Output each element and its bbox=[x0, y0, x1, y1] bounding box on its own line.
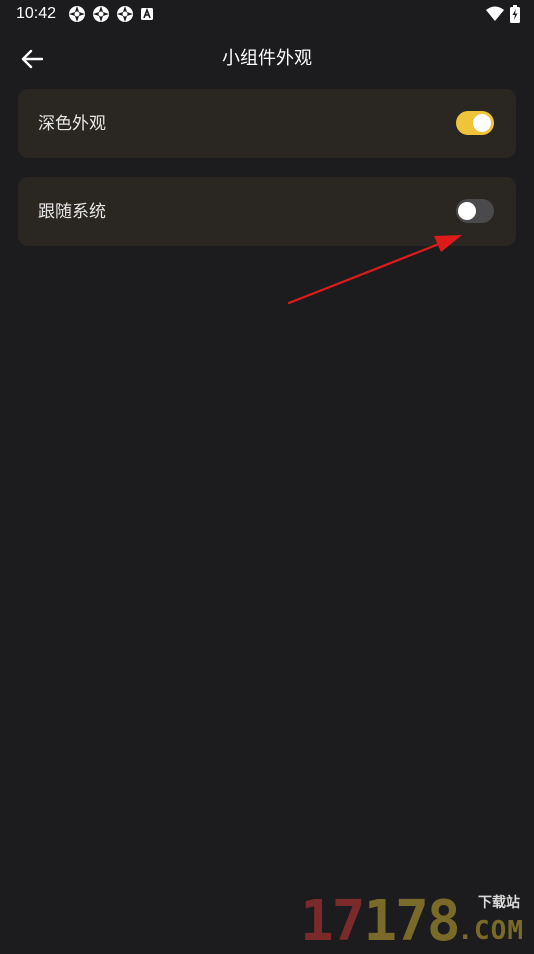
app-notification-icon bbox=[69, 6, 85, 22]
a-keyboard-icon bbox=[141, 7, 153, 20]
follow-system-toggle[interactable] bbox=[456, 199, 494, 223]
status-notification-icons bbox=[68, 5, 154, 23]
app-notification-icon bbox=[93, 6, 109, 22]
watermark-number: 17178 bbox=[300, 894, 461, 950]
app-header: 小组件外观 bbox=[0, 40, 534, 78]
toggle-knob bbox=[458, 202, 476, 220]
watermark-number-part1: 17 bbox=[300, 889, 365, 954]
setting-label: 深色外观 bbox=[38, 114, 106, 134]
dark-appearance-toggle[interactable] bbox=[456, 111, 494, 135]
page-title: 小组件外观 bbox=[222, 48, 312, 69]
status-bar: 10:42 bbox=[0, 0, 534, 28]
watermark-site-label: 下载站 bbox=[478, 895, 520, 911]
watermark-number-part2: 178 bbox=[363, 889, 460, 954]
setting-dark-appearance: 深色外观 bbox=[18, 89, 516, 158]
status-time: 10:42 bbox=[16, 5, 57, 22]
wifi-icon bbox=[486, 6, 504, 21]
battery-charging-icon bbox=[510, 5, 520, 23]
watermark-logo: 17178 下载站 .COM bbox=[300, 890, 528, 950]
setting-follow-system: 跟随系统 bbox=[18, 177, 516, 246]
setting-label: 跟随系统 bbox=[38, 202, 106, 222]
toggle-knob bbox=[473, 114, 491, 132]
status-system-icons bbox=[486, 5, 520, 23]
app-notification-icon bbox=[117, 6, 133, 22]
watermark-domain: .COM bbox=[457, 916, 524, 946]
